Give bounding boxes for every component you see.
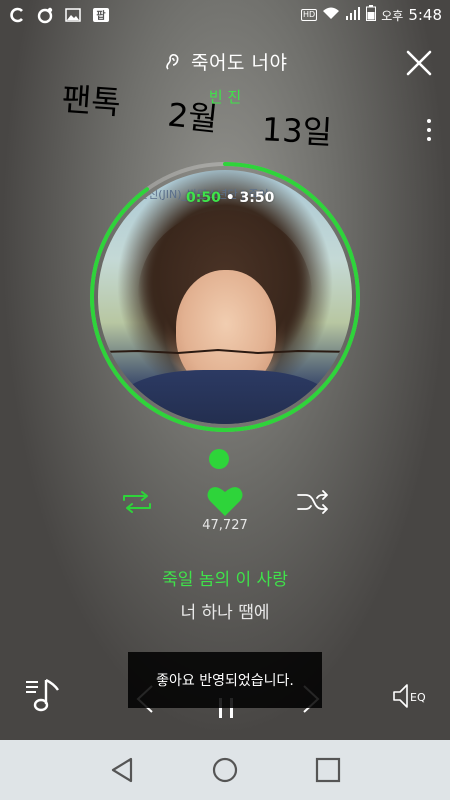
- gallery-icon: [64, 6, 82, 24]
- baemin-app-icon: 팝: [92, 6, 110, 24]
- playback-indicator-dot: [209, 449, 229, 469]
- more-dot: [427, 137, 431, 141]
- hd-voice-badge: HD: [301, 9, 318, 21]
- lyric-current-line[interactable]: 죽일 놈의 이 사랑: [0, 565, 450, 590]
- repeat-button[interactable]: [120, 488, 154, 516]
- recents-square-icon: [316, 757, 341, 783]
- playlist-button[interactable]: [24, 676, 64, 712]
- shuffle-button[interactable]: [296, 488, 330, 516]
- handwritten-word: 팬톡: [60, 79, 123, 123]
- eq-label: EQ: [410, 691, 426, 704]
- handwritten-word: 2월: [165, 95, 220, 139]
- heart-icon: [207, 487, 243, 516]
- svg-text:팝: 팝: [96, 9, 106, 22]
- back-button[interactable]: [107, 755, 137, 785]
- total-time: 3:50: [239, 190, 275, 206]
- repeat-icon: [123, 491, 151, 513]
- wifi-icon: [322, 6, 340, 24]
- shuffle-icon: [297, 490, 328, 514]
- screen-crack-line: [98, 348, 352, 355]
- current-time: 0:50: [186, 190, 221, 206]
- more-dot: [427, 119, 431, 123]
- playlist-icon: [26, 678, 59, 712]
- time-readout: 0:50 • 3:50: [186, 190, 274, 206]
- time-separator: •: [225, 190, 240, 206]
- recents-button[interactable]: [313, 755, 343, 785]
- back-triangle-icon: [111, 757, 132, 783]
- close-button[interactable]: [404, 48, 434, 78]
- lyric-next-line[interactable]: 너 하나 땜에: [0, 598, 450, 623]
- status-ampm: 오후: [381, 8, 404, 23]
- navigation-bar: [0, 740, 450, 800]
- battery-icon: [366, 5, 377, 25]
- speaker-eq-icon: EQ: [393, 684, 426, 708]
- toast-message: 좋아요 반영되었습니다.: [128, 652, 322, 708]
- pig-app-icon: [36, 6, 54, 24]
- player-screen: 팝 HD 오후 5:48 죽어도 너야 빈 진 한진(JIN)_방탄소년단 | …: [0, 0, 450, 740]
- status-bar: 팝 HD 오후 5:48: [0, 0, 450, 30]
- handwritten-note: 팬톡 2월 13일: [60, 72, 382, 152]
- like-count: 47,727: [202, 518, 248, 533]
- song-title-text: 죽어도 너야: [191, 52, 288, 74]
- home-circle-icon: [212, 757, 238, 783]
- handwritten-word: 13일: [260, 110, 334, 152]
- more-dot: [427, 128, 431, 132]
- ok-cashbag-icon: [8, 6, 26, 24]
- equalizer-button[interactable]: EQ: [390, 682, 430, 710]
- album-art: 한진(JIN)_방탄소년단 | 죽어: [98, 170, 352, 424]
- controls-row: [0, 484, 450, 520]
- status-clock: 5:48: [408, 6, 442, 24]
- signal-icon: [345, 6, 361, 24]
- more-options-button[interactable]: [420, 116, 438, 144]
- song-title: 죽어도 너야: [0, 48, 450, 75]
- like-button[interactable]: [206, 484, 244, 518]
- ear-icon: [163, 53, 181, 71]
- close-icon: [406, 50, 432, 76]
- album-art-robe: [118, 370, 332, 424]
- home-button[interactable]: [210, 755, 240, 785]
